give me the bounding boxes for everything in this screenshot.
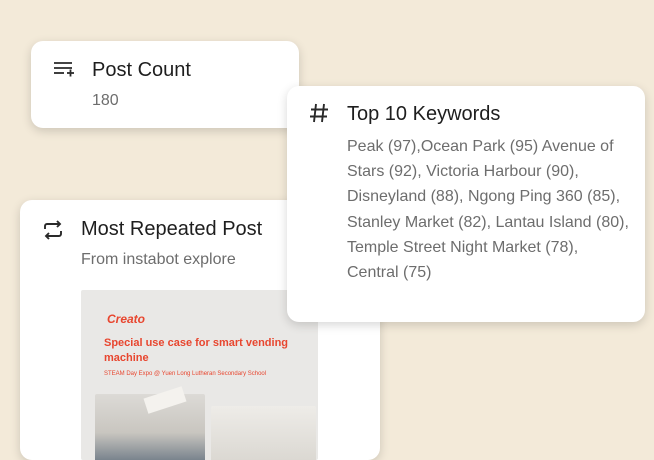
- most-repeated-title: Most Repeated Post: [81, 218, 263, 240]
- list-add-icon: [53, 60, 75, 83]
- post-headline: Special use case for smart vending machi…: [104, 337, 289, 364]
- top-keywords-card: Top 10 Keywords Peak (97),Ocean Park (95…: [287, 86, 645, 322]
- post-caption: STEAM Day Expo @ Yuen Long Lutheran Seco…: [104, 371, 267, 377]
- most-repeated-subtitle: From instabot explore: [81, 251, 236, 268]
- post-count-card: Post Count 180: [31, 41, 299, 128]
- post-thumbnail[interactable]: Creato Special use case for smart vendin…: [81, 290, 318, 460]
- hash-icon: [309, 102, 329, 129]
- keywords-title: Top 10 Keywords: [347, 103, 501, 125]
- post-photo-secondary: [211, 406, 316, 460]
- post-count-value: 180: [92, 92, 119, 109]
- post-count-title: Post Count: [92, 59, 191, 81]
- brand-logo: Creato: [107, 312, 146, 326]
- keywords-list: Peak (97),Ocean Park (95) Avenue of Star…: [347, 138, 629, 282]
- repeat-icon: [42, 220, 64, 245]
